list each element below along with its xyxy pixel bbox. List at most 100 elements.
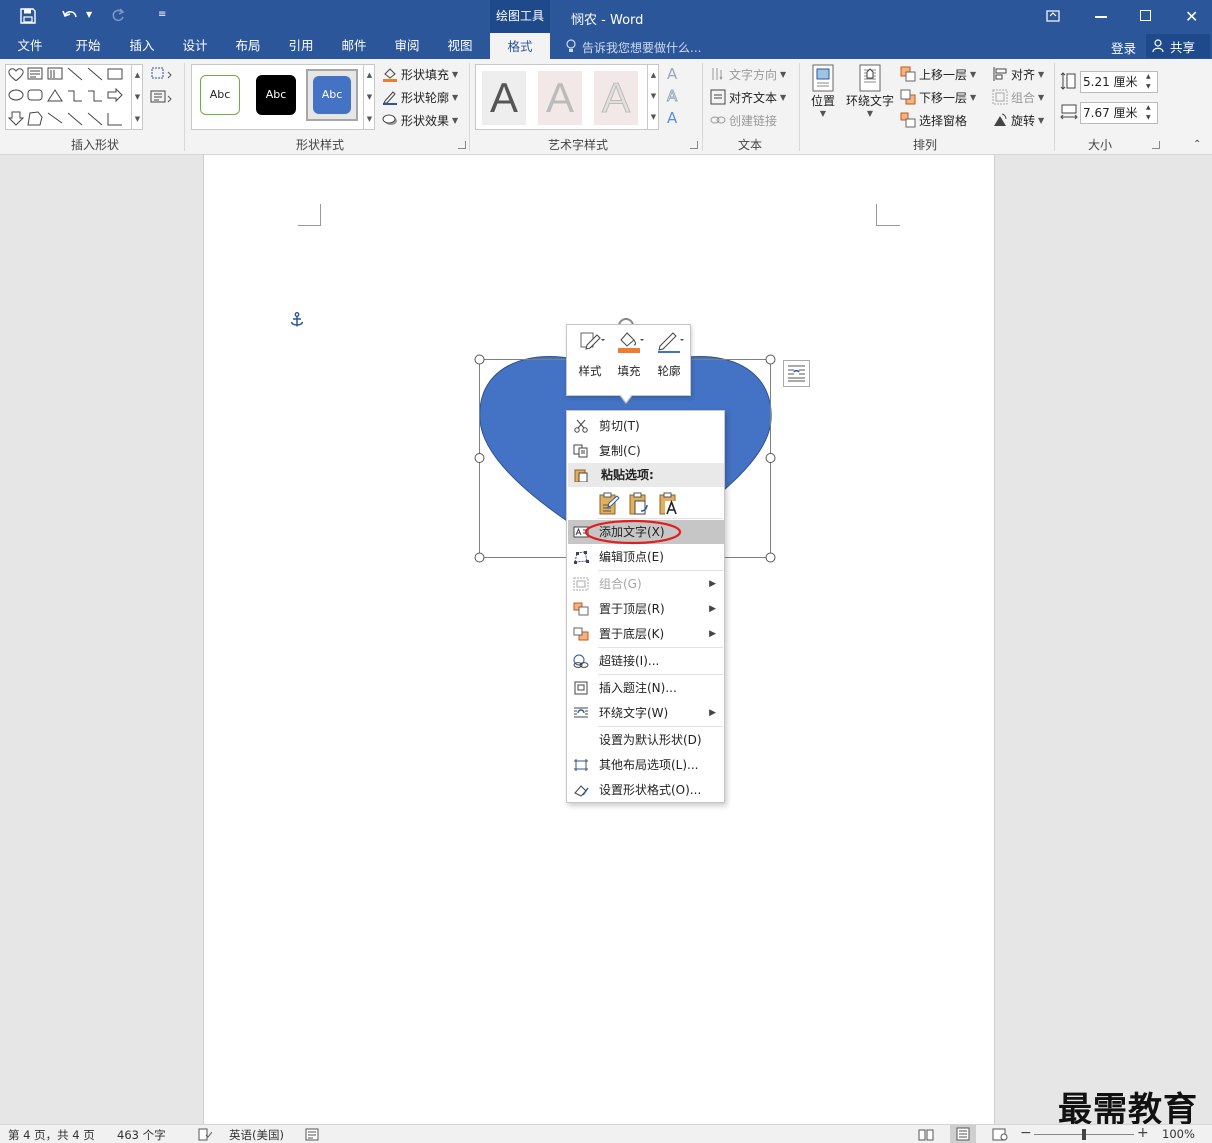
edit-points-icon [574, 551, 589, 564]
mini-fill-button[interactable]: 填充 [612, 329, 646, 387]
tab-design[interactable]: 设计 [173, 33, 217, 59]
wordart-gallery[interactable]: A A A ▲ ▼ ▼ [475, 64, 659, 130]
style-swatch-black[interactable]: Abc [256, 75, 296, 115]
collapse-ribbon-icon[interactable]: ⌃ [1193, 139, 1201, 150]
align-button[interactable]: 对齐 ▼ [992, 64, 1044, 84]
chain-link-icon [710, 116, 726, 124]
tab-format[interactable]: 格式 [490, 33, 550, 59]
zoom-in-icon[interactable]: + [1137, 1125, 1149, 1141]
tab-file[interactable]: 文件 [8, 33, 52, 59]
wordart-style-2[interactable]: A [538, 71, 582, 125]
paste-text-only-icon[interactable] [657, 491, 681, 517]
undo-icon[interactable] [62, 8, 80, 24]
redo-icon [110, 8, 126, 24]
wordart-gallery-scroll[interactable]: ▲ ▼ ▼ [647, 65, 659, 129]
minimize-icon[interactable] [1095, 16, 1107, 18]
height-spinner-icon[interactable]: ▲ ▼ [1146, 72, 1151, 92]
text-effects-icon[interactable]: A [667, 109, 677, 127]
shape-styles-launcher-icon[interactable] [458, 141, 466, 149]
align-text-button[interactable]: 对齐文本 ▼ [710, 87, 786, 107]
undo-dropdown-icon[interactable]: ▼ [86, 10, 92, 19]
shapes-gallery-scroll[interactable]: ▲ ▼ ▼ [131, 64, 143, 130]
submenu-arrow-icon: ▶ [709, 579, 716, 589]
menu-item-cut[interactable]: 剪切(T) [568, 414, 724, 438]
zoom-slider-thumb[interactable] [1082, 1129, 1086, 1140]
menu-item-insert-caption[interactable]: 插入题注(N)... [568, 676, 724, 700]
selection-pane-button[interactable]: 选择窗格 [900, 110, 967, 130]
size-group-label: 大小 [1087, 138, 1112, 152]
menu-item-send-to-back[interactable]: 置于底层(K) ▶ [568, 622, 724, 646]
tab-mailings[interactable]: 邮件 [332, 33, 376, 59]
ribbon-display-icon[interactable] [1046, 9, 1060, 23]
create-link-button[interactable]: 创建链接 [710, 110, 777, 130]
style-swatch-outline[interactable]: Abc [200, 75, 240, 115]
tab-review[interactable]: 审阅 [385, 33, 429, 59]
margin-mark-top-left [298, 204, 321, 226]
menu-item-wrap-text[interactable]: 环绕文字(W) ▶ [568, 701, 724, 725]
paste-keep-format-icon[interactable] [597, 491, 621, 517]
menu-item-copy[interactable]: 复制(C) [568, 439, 724, 463]
style-swatch-selected-frame[interactable]: Abc [306, 69, 358, 121]
mini-style-button[interactable]: 样式 [573, 329, 607, 387]
proofing-icon[interactable] [198, 1128, 212, 1141]
tab-references[interactable]: 引用 [279, 33, 323, 59]
highlight-ellipse [584, 519, 682, 545]
shape-style-icon [580, 332, 605, 350]
share-button[interactable]: 共享 [1146, 34, 1210, 58]
close-icon[interactable]: ✕ [1185, 7, 1198, 26]
web-layout-icon[interactable] [992, 1128, 1008, 1141]
arrange-group-label: 排列 [912, 138, 937, 152]
text-direction-button[interactable]: 文字方向 ▼ [710, 64, 786, 84]
text-box-icon[interactable] [150, 89, 174, 105]
zoom-level[interactable]: 100% [1162, 1127, 1195, 1141]
menu-item-set-default-shape[interactable]: 设置为默认形状(D) [568, 728, 724, 752]
wrap-text-button[interactable]: 环绕文字 ▼ [844, 64, 896, 134]
group-button[interactable]: 组合 ▼ [992, 87, 1044, 107]
menu-item-more-layout-options[interactable]: 其他布局选项(L)... [568, 753, 724, 777]
save-icon[interactable] [20, 8, 36, 24]
tab-layout[interactable]: 布局 [226, 33, 270, 59]
menu-item-edit-points[interactable]: 编辑顶点(E) [568, 545, 724, 569]
customize-qat-icon[interactable]: ≡ [158, 9, 166, 20]
read-mode-icon[interactable] [918, 1128, 934, 1141]
text-fill-icon[interactable]: A [667, 65, 677, 83]
language-indicator[interactable]: 英语(美国) [229, 1127, 284, 1143]
text-outline-icon[interactable]: A [666, 87, 677, 106]
styles-gallery-scroll[interactable]: ▲ ▼ ▼ [363, 64, 375, 130]
shape-effects-button[interactable]: 形状效果 ▼ [382, 110, 458, 130]
word-count[interactable]: 463 个字 [117, 1127, 166, 1143]
wordart-launcher-icon[interactable] [690, 141, 698, 149]
text-direction-icon [712, 68, 723, 81]
maximize-icon[interactable] [1140, 10, 1151, 21]
sign-in-link[interactable]: 登录 [1111, 38, 1136, 57]
paste-merge-format-icon[interactable] [627, 491, 651, 517]
shape-outline-button[interactable]: 形状轮廓 ▼ [382, 87, 458, 107]
tab-view[interactable]: 视图 [438, 33, 482, 59]
page-count[interactable]: 第 4 页，共 4 页 [8, 1127, 95, 1143]
edit-shape-icon[interactable] [150, 66, 174, 82]
tab-insert[interactable]: 插入 [120, 33, 164, 59]
tab-home[interactable]: 开始 [66, 33, 110, 59]
mini-outline-button[interactable]: 轮廓 [651, 329, 687, 387]
wordart-style-1[interactable]: A [482, 71, 526, 125]
position-button[interactable]: 位置 ▼ [806, 64, 840, 134]
shape-fill-button[interactable]: 形状填充 ▼ [382, 64, 458, 84]
send-backward-button[interactable]: 下移一层 ▼ [900, 87, 976, 107]
tell-me-box[interactable]: 告诉我您想要做什么... [582, 39, 701, 56]
format-shape-icon [574, 785, 589, 797]
size-launcher-icon[interactable] [1152, 141, 1160, 149]
menu-item-bring-to-front[interactable]: 置于顶层(R) ▶ [568, 597, 724, 621]
position-icon [812, 64, 834, 92]
rotate-button[interactable]: 旋转 ▼ [992, 110, 1044, 130]
menu-item-hyperlink[interactable]: 超链接(I)... [568, 649, 724, 673]
print-layout-icon[interactable] [950, 1125, 976, 1143]
wordart-style-3[interactable]: A [594, 71, 638, 125]
width-spinner-icon[interactable]: ▲ ▼ [1146, 103, 1151, 123]
shapes-gallery[interactable] [5, 64, 143, 130]
copy-icon [573, 444, 588, 458]
bring-forward-button[interactable]: 上移一层 ▼ [900, 64, 976, 84]
layout-options-button[interactable] [783, 360, 810, 387]
macro-icon[interactable] [305, 1128, 319, 1141]
menu-item-format-shape[interactable]: 设置形状格式(O)... [568, 778, 724, 802]
zoom-out-icon[interactable]: − [1020, 1125, 1032, 1141]
